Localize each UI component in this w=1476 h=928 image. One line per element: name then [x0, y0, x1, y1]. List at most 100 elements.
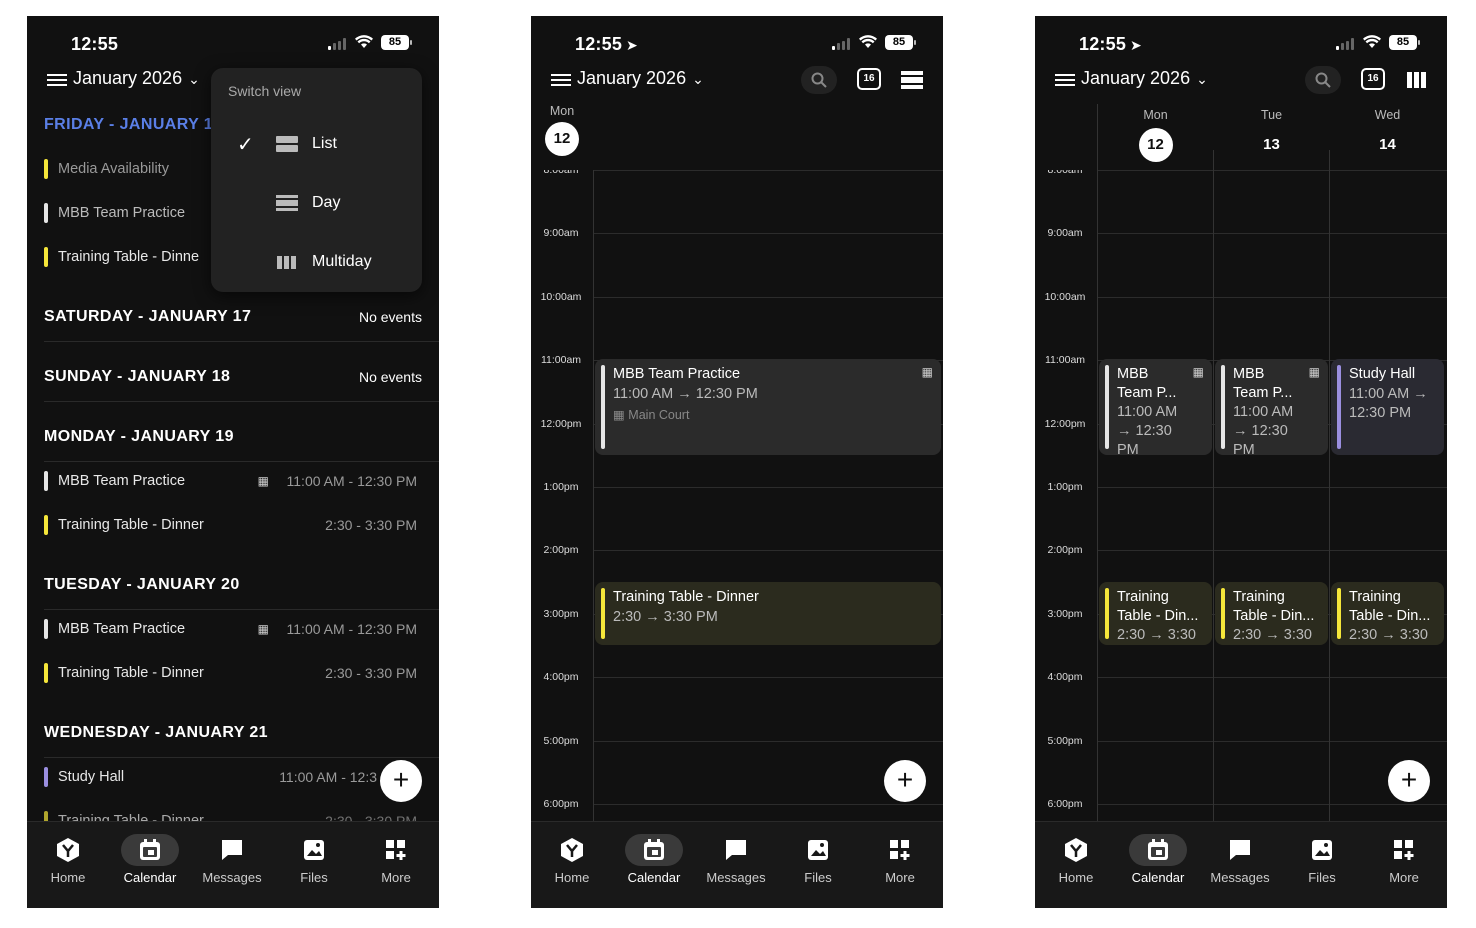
- list-item[interactable]: Training Table - Dinner 2:30 - 3:30 PM: [44, 510, 417, 540]
- day-header-mon-12[interactable]: Mon 12: [543, 104, 581, 156]
- home-icon: [543, 834, 601, 866]
- tab-calendar[interactable]: Calendar: [1117, 822, 1199, 908]
- grid-divider: [1097, 170, 1098, 821]
- day-view-icon[interactable]: [901, 71, 923, 89]
- tab-home[interactable]: Home: [27, 822, 109, 908]
- day-number: 12: [1138, 128, 1173, 162]
- day-header-mon-12[interactable]: Mon 12: [1098, 108, 1213, 162]
- day-of-week: Mon: [549, 104, 575, 118]
- hour-line: [1097, 804, 1447, 805]
- event-title: MBB Team Practice: [613, 366, 741, 382]
- tab-files[interactable]: Files: [1281, 822, 1363, 908]
- event-title: Training Table - Dinner: [58, 665, 204, 681]
- tab-messages[interactable]: Messages: [1199, 822, 1281, 908]
- today-calendar-icon[interactable]: 16: [1361, 68, 1385, 90]
- view-option-list[interactable]: ✓ List: [211, 124, 422, 164]
- grid-divider: [1213, 170, 1214, 821]
- hour-label: 11:00am: [540, 354, 582, 367]
- event-title: MBB: [1233, 366, 1265, 382]
- event-training-table-dinner[interactable]: Training Table - Din... 2:30 → 3:30: [1215, 582, 1328, 645]
- event-study-hall[interactable]: Study Hall 11:00 AM → 12:30 PM: [1331, 359, 1444, 455]
- event-training-table-dinner[interactable]: Training Table - Din... 2:30 → 3:30: [1099, 582, 1212, 645]
- files-icon: [1293, 834, 1351, 866]
- day-label: SATURDAY - JANUARY 17: [44, 307, 252, 325]
- more-icon: [1375, 834, 1433, 866]
- event-time-cont: PM: [1117, 442, 1139, 455]
- event-training-table-dinner[interactable]: Training Table - Din... 2:30 → 3:30: [1331, 582, 1444, 645]
- add-event-button[interactable]: +: [884, 760, 926, 802]
- add-event-button[interactable]: +: [1388, 760, 1430, 802]
- event-time: 2:30 → 3:30: [1349, 627, 1428, 643]
- tab-more[interactable]: More: [355, 822, 437, 908]
- event-time: 2:30 → 3:30 PM: [613, 609, 718, 625]
- event-mbb-team-practice[interactable]: ▦ MBB Team P... 11:00 AM → 12:30 PM: [1215, 359, 1328, 455]
- view-option-day[interactable]: Day: [211, 183, 422, 223]
- month-selector[interactable]: January 2026 ⌄: [1081, 68, 1208, 89]
- month-selector[interactable]: January 2026 ⌄: [577, 68, 704, 89]
- menu-icon[interactable]: [47, 72, 67, 88]
- day-number: 12: [545, 122, 579, 156]
- tab-more[interactable]: More: [859, 822, 941, 908]
- event-color-bar: [601, 365, 605, 449]
- tab-home[interactable]: Home: [531, 822, 613, 908]
- month-selector[interactable]: January 2026 ⌄: [73, 68, 200, 89]
- list-item[interactable]: MBB Team Practice ▦ 11:00 AM - 12:30 PM: [44, 466, 417, 496]
- day-header-wed-14[interactable]: Wed 14: [1330, 108, 1445, 162]
- event-time-cont: → 12:30: [1117, 423, 1172, 439]
- tab-label: Files: [300, 870, 328, 885]
- calendar-header: January 2026 ⌄ 16: [1035, 66, 1447, 106]
- grid-divider: [1213, 150, 1214, 170]
- tab-label: Files: [804, 870, 832, 885]
- list-item[interactable]: MBB Team Practice ▦ 11:00 AM - 12:30 PM: [44, 614, 417, 644]
- multiday-view-icon[interactable]: [1407, 71, 1427, 89]
- event-title: Media Availability: [58, 161, 169, 177]
- add-event-button[interactable]: +: [380, 760, 422, 802]
- calendar-icon: [1129, 834, 1187, 866]
- hour-label: 8:00am: [1047, 170, 1083, 176]
- event-time-cont: → 12:30: [1233, 423, 1288, 439]
- menu-title: Switch view: [228, 83, 302, 99]
- today-calendar-icon[interactable]: 16: [857, 68, 881, 90]
- tab-messages[interactable]: Messages: [695, 822, 777, 908]
- event-title-cont: Table - Din...: [1233, 608, 1315, 624]
- tab-messages[interactable]: Messages: [191, 822, 273, 908]
- event-color-bar: [1105, 365, 1109, 449]
- list-item[interactable]: Study Hall 11:00 AM - 12:3: [44, 762, 417, 792]
- list-item[interactable]: Training Table - Dinner 2:30 - 3:30 PM: [44, 658, 417, 688]
- tab-more[interactable]: More: [1363, 822, 1445, 908]
- tab-files[interactable]: Files: [777, 822, 859, 908]
- event-time: 2:30 - 3:30 PM: [325, 517, 417, 533]
- hour-label: 6:00pm: [1047, 798, 1083, 810]
- event-color-bar: [44, 159, 48, 179]
- tab-calendar[interactable]: Calendar: [109, 822, 191, 908]
- list-item[interactable]: Training Table - Dinner 2:30 - 3:30 PM: [44, 806, 417, 821]
- event-time-cont: PM: [1233, 442, 1255, 455]
- event-title: MBB Team Practice: [58, 473, 186, 489]
- tab-files[interactable]: Files: [273, 822, 355, 908]
- event-training-table-dinner[interactable]: Training Table - Dinner 2:30 → 3:30 PM: [595, 582, 941, 645]
- menu-icon[interactable]: [551, 72, 571, 88]
- event-time: 11:00 AM: [1233, 404, 1294, 420]
- view-option-multiday[interactable]: Multiday: [211, 242, 422, 282]
- location-arrow-icon: ➤: [626, 37, 638, 53]
- event-mbb-team-practice[interactable]: ▦ MBB Team Practice 11:00 AM → 12:30 PM …: [595, 359, 941, 455]
- event-color-bar: [44, 471, 48, 491]
- event-title: MBB Team Practice: [58, 205, 186, 221]
- search-button[interactable]: [1305, 66, 1341, 94]
- phone-list-view: 12:55 85 January 2026 ⌄ FRIDAY - JANUARY …: [27, 16, 439, 908]
- qr-code-icon: ▦: [257, 622, 269, 636]
- search-button[interactable]: [801, 66, 837, 94]
- tab-label: Files: [1308, 870, 1336, 885]
- chevron-down-icon: ⌄: [1196, 71, 1208, 87]
- event-time: 11:00 AM - 12:30 PM: [286, 621, 417, 637]
- menu-icon[interactable]: [1055, 72, 1075, 88]
- month-label: January 2026: [73, 68, 183, 88]
- tab-bar: Home Calendar Messages Files More: [27, 821, 439, 908]
- tab-home[interactable]: Home: [1035, 822, 1117, 908]
- event-mbb-team-practice[interactable]: ▦ MBB Team P... 11:00 AM → 12:30 PM: [1099, 359, 1212, 455]
- qr-code-icon: ▦: [257, 474, 269, 488]
- option-label: List: [312, 135, 337, 152]
- tab-calendar[interactable]: Calendar: [613, 822, 695, 908]
- day-header-tue-13[interactable]: Tue 13: [1214, 108, 1329, 162]
- tab-label: More: [1389, 870, 1419, 885]
